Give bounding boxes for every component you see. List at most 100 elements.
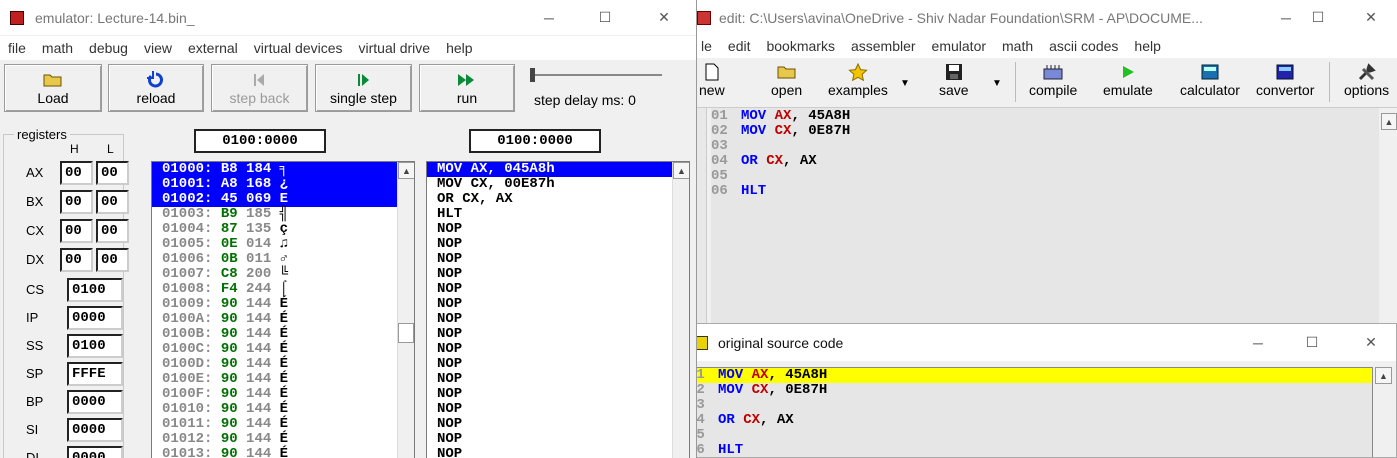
memory-list[interactable]: 01000: B8 184 ╕ 01001: A8 168 ¿ 01002: 45 … xyxy=(151,161,415,458)
examples-dropdown-arrow-icon[interactable]: ▼ xyxy=(900,78,910,89)
menu-item[interactable]: view xyxy=(136,40,180,56)
register-high-field[interactable]: 00 xyxy=(60,190,93,214)
register-value-field[interactable]: 0000 xyxy=(67,418,123,442)
menu-item[interactable]: virtual devices xyxy=(246,40,351,56)
code-line[interactable]: 06HLT xyxy=(688,443,1372,458)
scroll-up-arrow-icon[interactable]: ▲ xyxy=(398,162,414,179)
memory-row[interactable]: 01006: 0B 011 ♂ xyxy=(152,252,414,267)
memory-row[interactable]: 0100D: 90 144 É xyxy=(152,357,414,372)
run-button[interactable]: run xyxy=(419,64,515,112)
code-line[interactable]: 04OR CX, AX xyxy=(688,413,1372,428)
menu-item[interactable]: assembler xyxy=(843,38,924,54)
register-low-field[interactable]: 00 xyxy=(96,248,129,272)
options-button[interactable]: options xyxy=(1344,62,1389,98)
disassembly-row[interactable]: NOP xyxy=(427,222,689,237)
menu-item[interactable]: help xyxy=(438,40,480,56)
code-line[interactable]: 02MOV CX, 0E87H xyxy=(688,383,1372,398)
memory-row[interactable]: 01002: 45 069 E xyxy=(152,192,414,207)
disassembly-row[interactable]: NOP xyxy=(427,327,689,342)
code-line[interactable]: 03 xyxy=(688,398,1372,413)
menu-item[interactable]: debug xyxy=(81,40,136,56)
disassembly-address-field[interactable]: 0100:0000 xyxy=(469,129,601,153)
emulator-close-button[interactable]: ✕ xyxy=(641,0,687,35)
disassembly-row[interactable]: HLT xyxy=(427,207,689,222)
memory-row[interactable]: 0100F: 90 144 É xyxy=(152,387,414,402)
menu-item[interactable]: ascii codes xyxy=(1041,38,1126,54)
disassembly-row[interactable]: NOP xyxy=(427,282,689,297)
memory-row[interactable]: 0100B: 90 144 É xyxy=(152,327,414,342)
menu-item[interactable]: help xyxy=(1126,38,1168,54)
menu-item[interactable]: external xyxy=(180,40,246,56)
register-low-field[interactable]: 00 xyxy=(96,219,129,243)
menu-item[interactable]: le xyxy=(693,38,720,54)
menu-item[interactable]: emulator xyxy=(924,38,994,54)
code-line[interactable]: 06HLT xyxy=(711,184,1379,199)
disassembly-row[interactable]: NOP xyxy=(427,267,689,282)
disassembly-row[interactable]: NOP xyxy=(427,342,689,357)
disassembly-row[interactable]: NOP xyxy=(427,417,689,432)
open-button[interactable]: open xyxy=(771,62,802,98)
memory-row[interactable]: 01009: 90 144 É xyxy=(152,297,414,312)
memory-row[interactable]: 01005: 0E 014 ♫ xyxy=(152,237,414,252)
memory-row[interactable]: 0100C: 90 144 É xyxy=(152,342,414,357)
menu-item[interactable]: virtual drive xyxy=(351,40,439,56)
emulate-button[interactable]: emulate xyxy=(1103,62,1153,98)
calculator-button[interactable]: calculator xyxy=(1180,62,1240,98)
examples-button[interactable]: examples xyxy=(828,62,888,98)
code-line[interactable]: 03 xyxy=(711,139,1379,154)
compile-button[interactable]: compile xyxy=(1029,62,1077,98)
single-step-button[interactable]: single step xyxy=(315,64,412,112)
editor-close-button[interactable]: ✕ xyxy=(1348,0,1394,35)
disassembly-row[interactable]: NOP xyxy=(427,312,689,327)
register-value-field[interactable]: 0100 xyxy=(67,278,123,302)
save-button[interactable]: save xyxy=(939,62,969,98)
code-line[interactable]: 02MOV CX, 0E87H xyxy=(711,124,1379,139)
memory-row[interactable]: 01008: F4 244 ⌠ xyxy=(152,282,414,297)
menu-item[interactable]: file xyxy=(0,40,34,56)
source-maximize-button[interactable]: ☐ xyxy=(1289,324,1335,361)
emulator-minimize-button[interactable]: ─ xyxy=(526,0,572,35)
scroll-up-arrow-icon[interactable]: ▲ xyxy=(1381,113,1397,130)
scroll-up-arrow-icon[interactable]: ▲ xyxy=(673,162,689,179)
source-code-area[interactable]: 01MOV AX, 45A8H02MOV CX, 0E87H0304OR CX,… xyxy=(687,367,1373,458)
disassembly-row[interactable]: NOP xyxy=(427,387,689,402)
slider-thumb[interactable] xyxy=(530,68,535,82)
memory-row[interactable]: 01004: 87 135 ç xyxy=(152,222,414,237)
register-high-field[interactable]: 00 xyxy=(60,248,93,272)
code-line[interactable]: 05 xyxy=(688,428,1372,443)
disassembly-scrollbar[interactable]: ▲ xyxy=(672,162,689,458)
memory-row[interactable]: 01012: 90 144 É xyxy=(152,432,414,447)
memory-row[interactable]: 01010: 90 144 É xyxy=(152,402,414,417)
disassembly-row[interactable]: OR CX, AX xyxy=(427,192,689,207)
memory-row[interactable]: 01001: A8 168 ¿ xyxy=(152,177,414,192)
menu-item[interactable]: math xyxy=(34,40,81,56)
register-value-field[interactable]: 0000 xyxy=(67,390,123,414)
scroll-up-arrow-icon[interactable]: ▲ xyxy=(1375,367,1392,384)
source-minimize-button[interactable]: ─ xyxy=(1235,324,1281,361)
reload-button[interactable]: reload xyxy=(108,64,204,112)
menu-item[interactable]: math xyxy=(994,38,1041,54)
convertor-button[interactable]: convertor xyxy=(1256,62,1314,98)
disassembly-row[interactable]: NOP xyxy=(427,297,689,312)
memory-row[interactable]: 01011: 90 144 É xyxy=(152,417,414,432)
register-low-field[interactable]: 00 xyxy=(96,161,129,185)
register-high-field[interactable]: 00 xyxy=(60,219,93,243)
memory-row[interactable]: 0100A: 90 144 É xyxy=(152,312,414,327)
disassembly-row[interactable]: MOV AX, 045A8h xyxy=(427,162,689,177)
register-value-field[interactable]: 0100 xyxy=(67,334,123,358)
memory-row[interactable]: 01013: 90 144 É xyxy=(152,447,414,458)
menu-item[interactable]: edit xyxy=(720,38,759,54)
load-button[interactable]: Load xyxy=(4,64,102,112)
emulator-titlebar[interactable]: emulator: Lecture-14.bin_ ─ ☐ ✕ xyxy=(0,0,696,35)
disassembly-row[interactable]: NOP xyxy=(427,432,689,447)
memory-row[interactable]: 01003: B9 185 ╣ xyxy=(152,207,414,222)
source-close-button[interactable]: ✕ xyxy=(1348,324,1394,361)
source-titlebar[interactable]: original source code ─ ☐ ✕ xyxy=(682,324,1396,361)
disassembly-row[interactable]: NOP xyxy=(427,447,689,458)
code-line[interactable]: 04OR CX, AX xyxy=(711,154,1379,169)
memory-scrollbar[interactable]: ▲ xyxy=(397,162,414,458)
memory-row[interactable]: 01000: B8 184 ╕ xyxy=(152,162,414,177)
step-delay-slider[interactable] xyxy=(530,68,662,82)
disassembly-row[interactable]: NOP xyxy=(427,357,689,372)
register-low-field[interactable]: 00 xyxy=(96,190,129,214)
